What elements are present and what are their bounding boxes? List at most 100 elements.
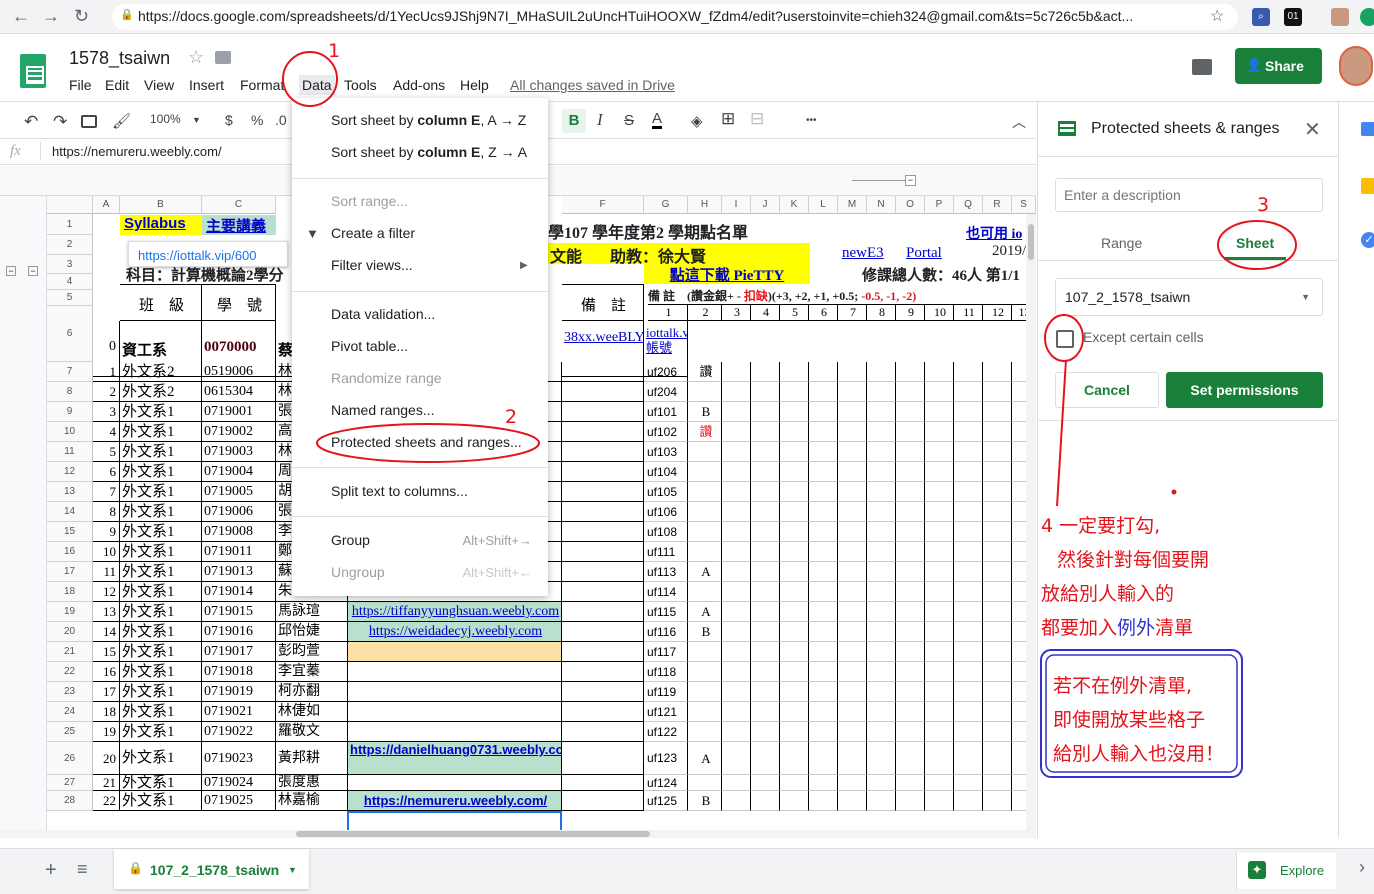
pivot-table-item[interactable]: Pivot table... xyxy=(331,338,408,354)
text-color-button[interactable]: A xyxy=(652,111,663,129)
currency-format-button[interactable]: $ xyxy=(225,112,233,128)
attendance-cell[interactable] xyxy=(838,462,867,482)
row-header[interactable]: 16 xyxy=(47,542,93,562)
attendance-cell[interactable] xyxy=(896,791,925,811)
website-link-cell[interactable]: https://nemureru.weebly.com/ xyxy=(348,791,562,811)
menu-addons[interactable]: Add-ons xyxy=(393,77,445,93)
attendance-cell[interactable] xyxy=(751,522,780,542)
row-header[interactable]: 20 xyxy=(47,622,93,642)
attendance-cell[interactable] xyxy=(896,722,925,742)
attendance-cell[interactable] xyxy=(809,442,838,462)
column-header[interactable]: Q xyxy=(954,196,983,214)
attendance-cell[interactable] xyxy=(896,582,925,602)
attendance-cell[interactable] xyxy=(751,542,780,562)
row-header[interactable]: 21 xyxy=(47,642,93,662)
sheets-logo-icon[interactable] xyxy=(20,54,46,88)
attendance-cell[interactable] xyxy=(780,662,809,682)
attendance-cell[interactable] xyxy=(983,382,1012,402)
row-header[interactable]: 25 xyxy=(47,722,93,742)
attendance-cell[interactable] xyxy=(809,382,838,402)
set-permissions-button[interactable]: Set permissions xyxy=(1166,372,1323,408)
attendance-cell[interactable] xyxy=(954,582,983,602)
link-tooltip[interactable]: https://iottalk.vip/600 xyxy=(128,241,288,267)
document-title[interactable]: 1578_tsaiwn xyxy=(69,48,170,69)
attendance-cell[interactable] xyxy=(751,402,780,422)
attendance-cell[interactable] xyxy=(925,742,954,775)
attendance-cell[interactable] xyxy=(780,742,809,775)
zoom-dropdown-icon[interactable]: ▼ xyxy=(192,115,201,125)
attendance-cell[interactable] xyxy=(954,502,983,522)
borders-icon[interactable]: ⊞ xyxy=(721,109,735,129)
attendance-cell[interactable] xyxy=(983,622,1012,642)
attendance-cell[interactable] xyxy=(867,362,896,382)
attendance-cell[interactable] xyxy=(954,482,983,502)
cancel-button[interactable]: Cancel xyxy=(1055,372,1159,408)
attendance-cell[interactable] xyxy=(809,582,838,602)
row-header[interactable]: 26 xyxy=(47,742,93,775)
row-header[interactable]: 12 xyxy=(47,462,93,482)
attendance-cell[interactable] xyxy=(809,775,838,791)
attendance-cell[interactable] xyxy=(780,775,809,791)
attendance-cell[interactable] xyxy=(867,742,896,775)
attendance-cell[interactable] xyxy=(896,542,925,562)
attendance-cell[interactable] xyxy=(809,662,838,682)
attendance-cell[interactable] xyxy=(751,775,780,791)
attendance-cell[interactable] xyxy=(722,682,751,702)
syllabus-link[interactable]: Syllabus xyxy=(120,215,202,235)
filter-views-item[interactable]: Filter views... xyxy=(331,257,413,273)
ungroup-item[interactable]: Ungroup xyxy=(331,564,385,580)
forward-icon[interactable]: → xyxy=(42,6,60,27)
attendance-cell[interactable] xyxy=(838,602,867,622)
attendance-cell[interactable] xyxy=(780,522,809,542)
attendance-cell[interactable] xyxy=(780,722,809,742)
attendance-cell[interactable] xyxy=(722,702,751,722)
attendance-cell[interactable] xyxy=(983,402,1012,422)
column-header[interactable]: L xyxy=(809,196,838,214)
attendance-cell[interactable] xyxy=(954,775,983,791)
select-all-corner[interactable] xyxy=(47,196,93,214)
attendance-cell[interactable] xyxy=(867,442,896,462)
attendance-cell[interactable] xyxy=(954,702,983,722)
bookmark-star-icon[interactable]: ☆ xyxy=(1210,6,1224,26)
extension-green-icon[interactable] xyxy=(1360,8,1374,26)
row-header[interactable]: 15 xyxy=(47,522,93,542)
attendance-cell[interactable] xyxy=(925,702,954,722)
italic-button[interactable]: I xyxy=(597,110,603,130)
attendance-cell[interactable] xyxy=(867,642,896,662)
attendance-cell[interactable] xyxy=(867,462,896,482)
attendance-cell[interactable] xyxy=(751,462,780,482)
attendance-cell[interactable] xyxy=(954,442,983,462)
collapse-group-icon[interactable]: − xyxy=(905,175,916,186)
attendance-cell[interactable] xyxy=(722,562,751,582)
attendance-cell[interactable] xyxy=(722,462,751,482)
extension-01-icon[interactable]: 01 xyxy=(1284,8,1302,26)
attendance-cell[interactable] xyxy=(838,522,867,542)
attendance-cell[interactable] xyxy=(867,702,896,722)
attendance-cell[interactable] xyxy=(751,362,780,382)
row-header[interactable]: 17 xyxy=(47,562,93,582)
attendance-cell[interactable] xyxy=(867,662,896,682)
attendance-cell[interactable] xyxy=(867,602,896,622)
attendance-cell[interactable] xyxy=(925,502,954,522)
attendance-cell[interactable] xyxy=(925,522,954,542)
column-header[interactable]: S xyxy=(1012,196,1036,214)
attendance-cell[interactable] xyxy=(925,422,954,442)
attendance-cell[interactable] xyxy=(954,622,983,642)
attendance-cell[interactable] xyxy=(867,622,896,642)
randomize-range-item[interactable]: Randomize range xyxy=(331,370,442,386)
menu-data[interactable]: Data xyxy=(299,75,335,95)
attendance-cell[interactable] xyxy=(954,462,983,482)
attendance-cell[interactable] xyxy=(780,702,809,722)
column-header[interactable]: A xyxy=(93,196,120,214)
attendance-cell[interactable] xyxy=(925,362,954,382)
profile-icon[interactable] xyxy=(1331,8,1349,26)
undo-icon[interactable]: ↶ xyxy=(24,112,38,132)
attendance-cell[interactable] xyxy=(925,791,954,811)
attendance-cell[interactable] xyxy=(983,502,1012,522)
row-header[interactable]: 4 xyxy=(47,274,93,290)
menu-insert[interactable]: Insert xyxy=(189,77,224,93)
attendance-cell[interactable] xyxy=(867,562,896,582)
folder-icon[interactable] xyxy=(215,51,231,64)
attendance-cell[interactable] xyxy=(867,482,896,502)
row-header[interactable]: 11 xyxy=(47,442,93,462)
